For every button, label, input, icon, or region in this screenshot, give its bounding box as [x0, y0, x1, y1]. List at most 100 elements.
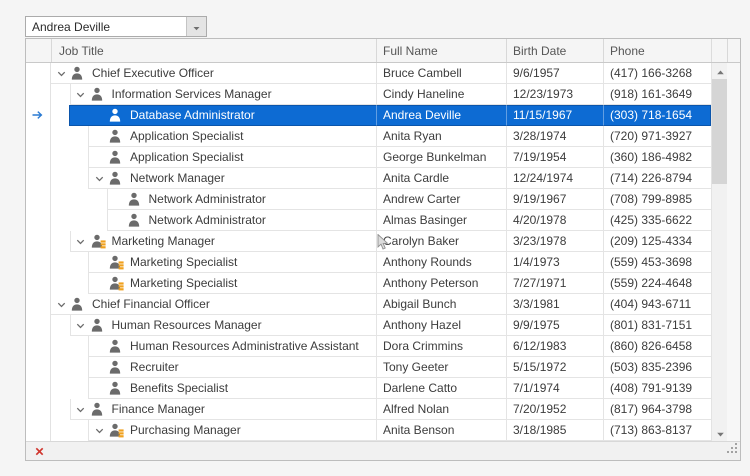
birth-date-cell[interactable]: 6/12/1983 [506, 336, 603, 357]
birth-date-cell[interactable]: 9/9/1975 [506, 315, 603, 336]
full-name-cell[interactable]: Dora Crimmins [376, 336, 506, 357]
tree-row[interactable]: Marketing Manager Carolyn Baker 3/23/1978(… [26, 231, 711, 252]
phone-cell[interactable]: (817) 964-3798 [603, 399, 711, 420]
phone-cell[interactable]: (559) 453-3698 [603, 252, 711, 273]
phone-cell[interactable]: (559) 224-4648 [603, 273, 711, 294]
job-title-cell[interactable]: Chief Executive Officer [51, 63, 376, 84]
job-title-cell[interactable]: Recruiter [51, 357, 376, 378]
column-header-phone[interactable]: Phone [603, 39, 711, 62]
phone-cell[interactable]: (360) 186-4982 [603, 147, 711, 168]
tree-node[interactable]: Marketing Specialist [88, 273, 376, 294]
job-title-cell[interactable]: Human Resources Administrative Assistant [51, 336, 376, 357]
tree-node[interactable]: Network Administrator [106, 210, 376, 231]
birth-date-cell[interactable]: 3/18/1985 [506, 420, 603, 441]
phone-cell[interactable]: (720) 971-3927 [603, 126, 711, 147]
birth-date-cell[interactable]: 12/24/1974 [506, 168, 603, 189]
full-name-cell[interactable]: Andrea Deville [376, 105, 506, 126]
tree-node[interactable]: Chief Executive Officer [51, 63, 376, 84]
tree-node[interactable]: Application Specialist [88, 126, 376, 147]
birth-date-cell[interactable]: 11/15/1967 [506, 105, 603, 126]
column-header-full-name[interactable]: Full Name [376, 39, 506, 62]
scroll-up-button[interactable] [712, 63, 728, 79]
column-header-job-title[interactable]: Job Title [51, 39, 376, 62]
tree-row[interactable]: Recruiter Tony Geeter 5/15/1972 (503) 835-2… [26, 357, 711, 378]
tree-node[interactable]: Purchasing Manager [88, 420, 376, 441]
job-title-cell[interactable]: Benefits Specialist [51, 378, 376, 399]
full-name-cell[interactable]: Anita Ryan [376, 126, 506, 147]
phone-cell[interactable]: (503) 835-2396 [603, 357, 711, 378]
error-x-icon[interactable] [34, 446, 44, 456]
tree-node[interactable]: Recruiter [88, 357, 376, 378]
full-name-cell[interactable]: Cindy Haneline [376, 84, 506, 105]
tree-node[interactable]: Human Resources Manager [69, 315, 376, 336]
vertical-scrollbar[interactable] [711, 63, 727, 441]
scrollbar-thumb[interactable] [712, 79, 727, 184]
job-title-cell[interactable]: Finance Manager [51, 399, 376, 420]
tree-node[interactable]: Benefits Specialist [88, 378, 376, 399]
scroll-down-button[interactable] [712, 425, 728, 441]
job-title-cell[interactable]: Marketing Manager [51, 231, 376, 252]
tree-node[interactable]: Chief Financial Officer [51, 294, 376, 315]
full-name-cell[interactable]: Darlene Catto [376, 378, 506, 399]
combobox-value[interactable]: Andrea Deville [26, 20, 186, 34]
resize-grip-icon[interactable] [725, 441, 739, 458]
full-name-cell[interactable]: Anita Benson [376, 420, 506, 441]
tree-row[interactable]: Database Administrator Andrea Deville 11/1… [26, 105, 711, 126]
collapse-node-button[interactable] [51, 297, 71, 311]
tree-node[interactable]: Information Services Manager [69, 84, 376, 105]
collapse-node-button[interactable] [71, 402, 91, 416]
tree-row[interactable]: Chief Financial Officer Abigail Bunch 3/3/… [26, 294, 711, 315]
tree-row[interactable]: Purchasing Manager Anita Benson 3/18/1985(… [26, 420, 711, 441]
phone-cell[interactable]: (404) 943-6711 [603, 294, 711, 315]
phone-cell[interactable]: (801) 831-7151 [603, 315, 711, 336]
birth-date-cell[interactable]: 5/15/1972 [506, 357, 603, 378]
tree-row[interactable]: Application Specialist Anita Ryan 3/28/197… [26, 126, 711, 147]
collapse-node-button[interactable] [71, 318, 91, 332]
tree-row[interactable]: Application Specialist George Bunkelman 7/… [26, 147, 711, 168]
birth-date-cell[interactable]: 7/27/1971 [506, 273, 603, 294]
birth-date-cell[interactable]: 7/1/1974 [506, 378, 603, 399]
tree-row[interactable]: Benefits Specialist Darlene Catto 7/1/1974… [26, 378, 711, 399]
collapse-node-button[interactable] [71, 87, 91, 101]
birth-date-cell[interactable]: 12/23/1973 [506, 84, 603, 105]
birth-date-cell[interactable]: 9/19/1967 [506, 189, 603, 210]
tree-node[interactable]: Finance Manager [69, 399, 376, 420]
tree-row[interactable]: Network Administrator Andrew Carter 9/19/1… [26, 189, 711, 210]
column-header-birth-date[interactable]: Birth Date [506, 39, 603, 62]
full-name-cell[interactable]: Bruce Cambell [376, 63, 506, 84]
phone-cell[interactable]: (303) 718-1654 [603, 105, 711, 126]
tree-node[interactable]: Marketing Manager [69, 231, 376, 252]
tree-row[interactable]: Network Manager Anita Cardle 12/24/1974 (71… [26, 168, 711, 189]
tree-node[interactable]: Network Administrator [106, 189, 376, 210]
tree-node[interactable]: Marketing Specialist [88, 252, 376, 273]
full-name-cell[interactable]: Abigail Bunch [376, 294, 506, 315]
phone-cell[interactable]: (425) 335-6622 [603, 210, 711, 231]
birth-date-cell[interactable]: 7/19/1954 [506, 147, 603, 168]
tree-row[interactable]: Human Resources Administrative Assistant… [26, 336, 711, 357]
birth-date-cell[interactable]: 3/23/1978 [506, 231, 603, 252]
full-name-cell[interactable]: George Bunkelman [376, 147, 506, 168]
full-name-cell[interactable]: Anthony Peterson [376, 273, 506, 294]
birth-date-cell[interactable]: 7/20/1952 [506, 399, 603, 420]
tree-row[interactable]: Human Resources Manager Anthony Hazel 9/9/… [26, 315, 711, 336]
tree-node[interactable]: Application Specialist [88, 147, 376, 168]
birth-date-cell[interactable]: 1/4/1973 [506, 252, 603, 273]
job-title-cell[interactable]: Marketing Specialist [51, 252, 376, 273]
birth-date-cell[interactable]: 4/20/1978 [506, 210, 603, 231]
tree-row[interactable]: Network Administrator Almas Basinger 4/20/… [26, 210, 711, 231]
phone-cell[interactable]: (408) 791-9139 [603, 378, 711, 399]
full-name-cell[interactable]: Almas Basinger [376, 210, 506, 231]
collapse-node-button[interactable] [71, 234, 91, 248]
job-title-cell[interactable]: Human Resources Manager [51, 315, 376, 336]
job-title-cell[interactable]: Information Services Manager [51, 84, 376, 105]
employee-combobox[interactable]: Andrea Deville [25, 16, 207, 37]
full-name-cell[interactable]: Anita Cardle [376, 168, 506, 189]
phone-cell[interactable]: (417) 166-3268 [603, 63, 711, 84]
job-title-cell[interactable]: Application Specialist [51, 126, 376, 147]
tree-row[interactable]: Chief Executive Officer Bruce Cambell 9/6/… [26, 63, 711, 84]
job-title-cell[interactable]: Network Administrator [51, 189, 376, 210]
tree-node[interactable]: Human Resources Administrative Assistant [88, 336, 376, 357]
collapse-node-button[interactable] [89, 423, 109, 437]
phone-cell[interactable]: (209) 125-4334 [603, 231, 711, 252]
job-title-cell[interactable]: Network Administrator [51, 210, 376, 231]
